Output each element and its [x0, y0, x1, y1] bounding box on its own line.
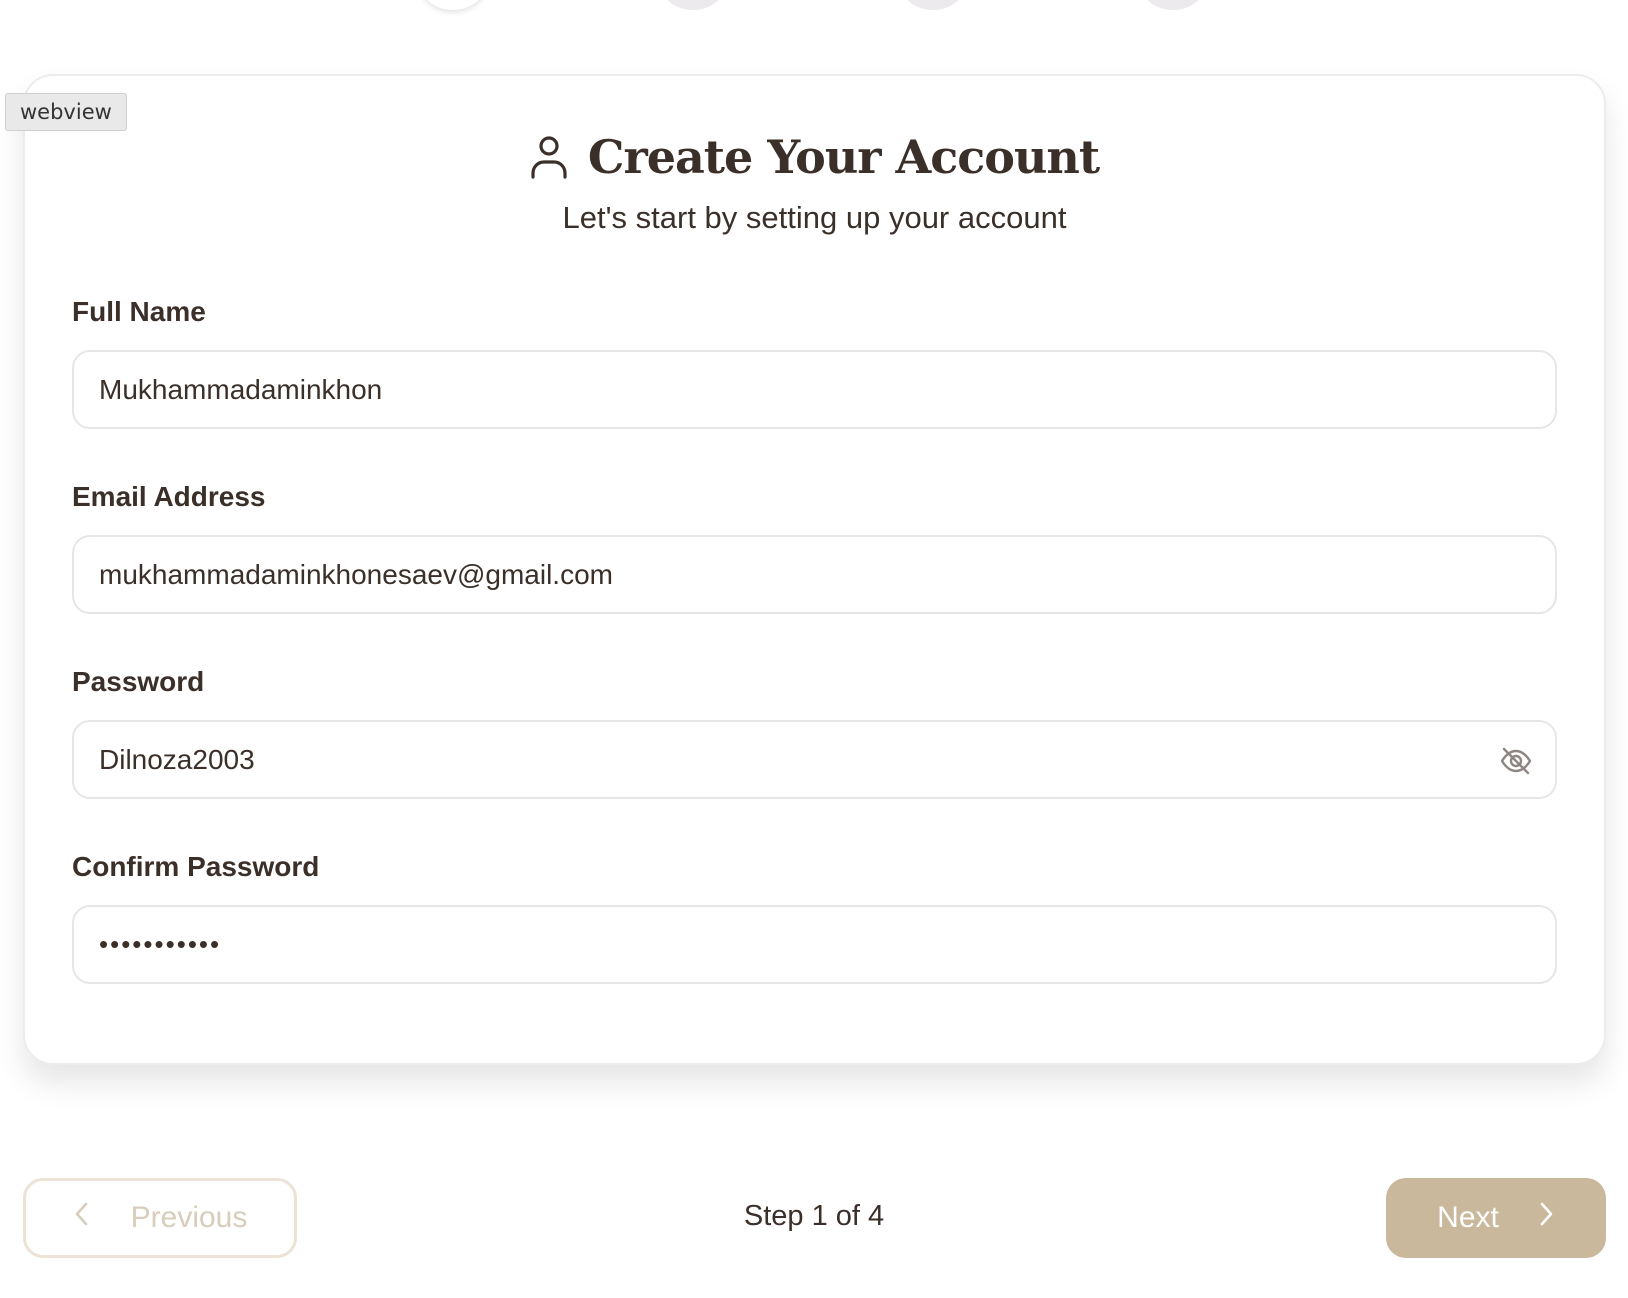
password-field: Password [72, 666, 1557, 799]
progress-stepper [0, 0, 1628, 20]
wizard-footer: Previous Step 1 of 4 Next [0, 1178, 1628, 1258]
confirm-password-field: Confirm Password ••••••••••• [72, 851, 1557, 984]
full-name-input-box[interactable] [72, 350, 1557, 429]
account-card: Create Your Account Let's start by setti… [23, 74, 1606, 1065]
confirm-password-input[interactable]: ••••••••••• [99, 929, 221, 960]
title-line: Create Your Account [530, 130, 1100, 184]
page-title: Create Your Account [587, 130, 1100, 184]
next-button[interactable]: Next [1386, 1178, 1606, 1258]
full-name-label: Full Name [72, 296, 206, 327]
confirm-password-input-box[interactable]: ••••••••••• [72, 905, 1557, 984]
confirm-password-label: Confirm Password [72, 851, 320, 882]
email-input[interactable] [99, 558, 1479, 591]
email-input-box[interactable] [72, 535, 1557, 614]
chevron-right-icon [1537, 1201, 1555, 1235]
step-indicator-1 [421, 0, 485, 10]
full-name-input[interactable] [99, 373, 1479, 406]
step-indicator-2 [661, 0, 725, 10]
step-indicator-3 [901, 0, 965, 10]
eye-off-icon[interactable] [1499, 744, 1533, 785]
password-input[interactable] [99, 743, 1479, 776]
user-icon [530, 135, 568, 179]
full-name-field: Full Name [72, 296, 1557, 429]
password-label: Password [72, 666, 205, 697]
card-header: Create Your Account Let's start by setti… [25, 130, 1604, 236]
page-subtitle: Let's start by setting up your account [562, 200, 1067, 235]
email-label: Email Address [72, 481, 266, 512]
email-field: Email Address [72, 481, 1557, 614]
webview-tag: webview [5, 93, 127, 131]
password-input-box[interactable] [72, 720, 1557, 799]
next-label: Next [1437, 1201, 1499, 1234]
step-counter: Step 1 of 4 [743, 1200, 885, 1232]
step-indicator-4 [1141, 0, 1205, 10]
